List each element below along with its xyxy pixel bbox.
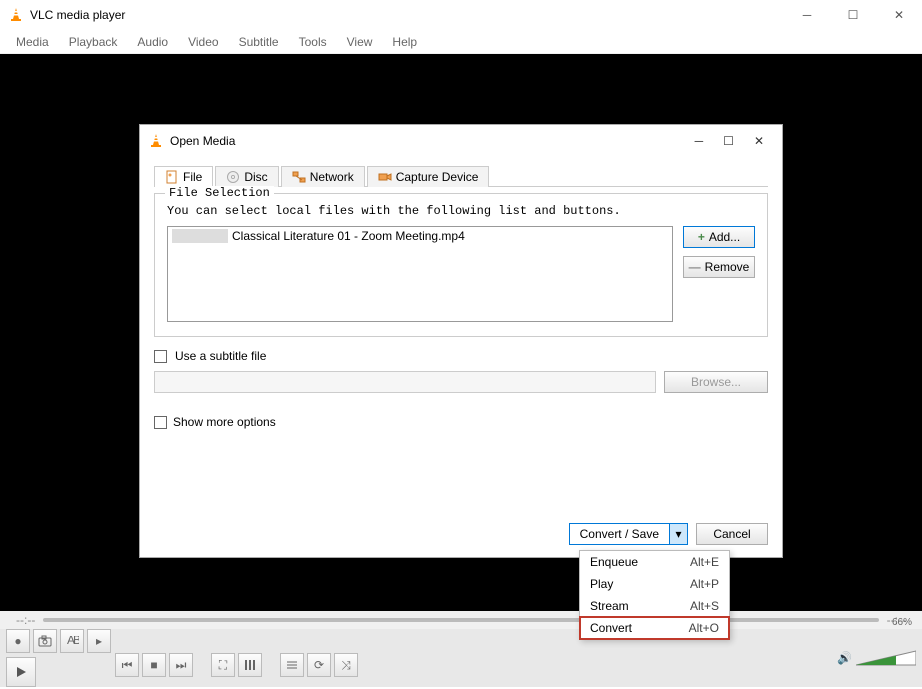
subtitle-path-input — [154, 371, 656, 393]
controls-bar: ● AB ▸ ⏮ ■ ⏭ ⛶ ⟳ ⤨ 66% 🔊 — [0, 629, 922, 687]
menu-item-stream[interactable]: Stream Alt+S — [580, 595, 729, 617]
seek-bar[interactable]: --:-- --:-- — [0, 611, 922, 629]
record-button[interactable]: ● — [6, 629, 30, 653]
ext-settings-button[interactable] — [238, 653, 262, 677]
cancel-button-label: Cancel — [713, 527, 750, 541]
fullscreen-button[interactable]: ⛶ — [211, 653, 235, 677]
convert-save-label: Convert / Save — [580, 527, 659, 541]
browse-button: Browse... — [664, 371, 768, 393]
tab-disc-label: Disc — [244, 170, 267, 184]
menu-view[interactable]: View — [337, 33, 383, 51]
vlc-cone-icon — [148, 133, 164, 149]
cancel-button[interactable]: Cancel — [696, 523, 768, 545]
playlist-button[interactable] — [280, 653, 304, 677]
file-selection-legend: File Selection — [165, 186, 274, 200]
menu-item-shortcut: Alt+O — [689, 621, 719, 635]
show-more-label: Show more options — [173, 415, 276, 429]
add-button-label: Add... — [709, 230, 740, 244]
menu-item-label: Convert — [590, 621, 632, 635]
vlc-cone-icon — [8, 7, 24, 23]
menu-item-play[interactable]: Play Alt+P — [580, 573, 729, 595]
tab-network-label: Network — [310, 170, 354, 184]
shuffle-button[interactable]: ⤨ — [334, 653, 358, 677]
menu-playback[interactable]: Playback — [59, 33, 128, 51]
menu-item-shortcut: Alt+S — [690, 599, 719, 613]
file-list-item-label: Classical Literature 01 - Zoom Meeting.m… — [232, 229, 465, 243]
menu-item-label: Play — [590, 577, 613, 591]
file-selection-hint: You can select local files with the foll… — [167, 204, 755, 218]
file-list[interactable]: Classical Literature 01 - Zoom Meeting.m… — [167, 226, 673, 322]
remove-button-label: Remove — [705, 260, 750, 274]
file-list-item[interactable]: Classical Literature 01 - Zoom Meeting.m… — [168, 227, 672, 245]
convert-save-dropdown-toggle[interactable]: ▾ — [670, 523, 688, 545]
dialog-titlebar: Open Media ─ ☐ ✕ — [140, 125, 782, 157]
menu-media[interactable]: Media — [6, 33, 59, 51]
atob-button[interactable]: AB — [60, 629, 84, 653]
stop-button[interactable]: ■ — [142, 653, 166, 677]
menu-item-convert[interactable]: Convert Alt+O — [580, 617, 729, 639]
menu-item-label: Stream — [590, 599, 629, 613]
prev-button[interactable]: ⏮ — [115, 653, 139, 677]
show-more-checkbox[interactable] — [154, 416, 167, 429]
tab-disc[interactable]: Disc — [215, 166, 278, 187]
svg-text:B: B — [73, 636, 79, 646]
menu-item-enqueue[interactable]: Enqueue Alt+E — [580, 551, 729, 573]
main-menubar: Media Playback Audio Video Subtitle Tool… — [0, 30, 922, 54]
dialog-close-button[interactable]: ✕ — [754, 134, 764, 148]
minimize-button[interactable]: ─ — [784, 0, 830, 30]
maximize-button[interactable]: ☐ — [830, 0, 876, 30]
file-selection-group: File Selection You can select local file… — [154, 193, 768, 337]
subtitle-checkbox[interactable] — [154, 350, 167, 363]
menu-video[interactable]: Video — [178, 33, 228, 51]
dialog-minimize-button[interactable]: ─ — [695, 134, 704, 148]
tab-network[interactable]: Network — [281, 166, 365, 187]
tab-capture[interactable]: Capture Device — [367, 166, 490, 187]
dialog-tabs: File Disc Network Capture Device — [154, 165, 768, 187]
tab-capture-label: Capture Device — [396, 170, 479, 184]
tab-file[interactable]: File — [154, 166, 213, 187]
browse-button-label: Browse... — [691, 375, 741, 389]
mute-icon[interactable]: 🔊 — [837, 651, 852, 665]
next-button[interactable]: ⏭ — [169, 653, 193, 677]
subtitle-checkbox-label: Use a subtitle file — [175, 349, 266, 363]
convert-save-button[interactable]: Convert / Save ▾ — [569, 523, 688, 545]
remove-button[interactable]: —Remove — [683, 256, 755, 278]
menu-tools[interactable]: Tools — [289, 33, 337, 51]
dialog-maximize-button[interactable]: ☐ — [723, 134, 734, 148]
frame-step-button[interactable]: ▸ — [87, 629, 111, 653]
menu-item-shortcut: Alt+E — [690, 555, 719, 569]
volume-percent: 66% — [892, 617, 912, 628]
snapshot-button[interactable] — [33, 629, 57, 653]
volume-slider[interactable] — [856, 649, 916, 667]
close-button[interactable]: ✕ — [876, 0, 922, 30]
play-button[interactable] — [6, 657, 36, 687]
open-media-dialog: Open Media ─ ☐ ✕ File Disc Network Captu… — [139, 124, 783, 558]
main-titlebar: VLC media player ─ ☐ ✕ — [0, 0, 922, 30]
menu-item-label: Enqueue — [590, 555, 638, 569]
tab-file-label: File — [183, 170, 202, 184]
menu-audio[interactable]: Audio — [127, 33, 178, 51]
menu-help[interactable]: Help — [382, 33, 427, 51]
menu-subtitle[interactable]: Subtitle — [229, 33, 289, 51]
add-button[interactable]: +Add... — [683, 226, 755, 248]
menu-item-shortcut: Alt+P — [690, 577, 719, 591]
convert-save-menu: Enqueue Alt+E Play Alt+P Stream Alt+S Conve… — [579, 550, 730, 640]
dialog-title: Open Media — [170, 134, 235, 148]
loop-button[interactable]: ⟳ — [307, 653, 331, 677]
file-thumbnail-icon — [172, 229, 228, 243]
app-title: VLC media player — [30, 8, 125, 22]
